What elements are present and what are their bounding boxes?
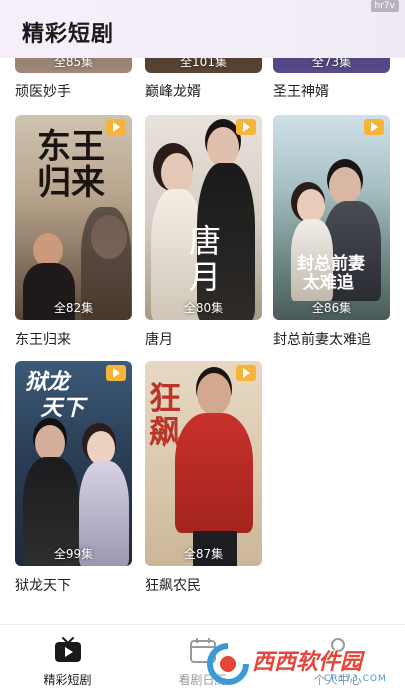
drama-card[interactable]: 唐月 全80集 唐月 — [145, 115, 262, 350]
drama-title[interactable]: 狱龙天下 — [15, 575, 71, 595]
episode-count: 全82集 — [53, 301, 94, 315]
drama-title[interactable]: 唐月 — [145, 329, 173, 349]
poster-art: 封总前妻 太难追 — [273, 115, 390, 320]
actor-head — [329, 167, 361, 205]
poster-title-art: 唐月 — [189, 222, 222, 296]
episode-count: 全87集 — [183, 547, 224, 561]
actor-head — [33, 233, 63, 267]
app-header: 精彩短剧 hr7v — [0, 0, 405, 58]
site-watermark: 西西软件园 CR173.COM — [206, 640, 400, 688]
drama-title[interactable]: 狂飙农民 — [145, 575, 201, 595]
actor-head — [35, 425, 65, 461]
actor-head — [87, 431, 115, 465]
version-tag: hr7v — [370, 0, 399, 12]
drama-card[interactable]: 狂飙 农民 全87集 狂飙农民 — [145, 361, 262, 596]
watermark-subtext: CR173.COM — [324, 674, 387, 684]
drama-title[interactable]: 封总前妻太难追 — [273, 329, 371, 349]
drama-card[interactable]: 封总前妻 太难追 全86集 封总前妻太难追 — [273, 115, 390, 350]
poster-title-art: 东王 归来 — [37, 127, 105, 203]
poster-art: 狱龙 天下 — [15, 361, 132, 566]
actor-head — [297, 189, 325, 223]
actor-head — [207, 127, 239, 167]
poster-art: 唐月 — [145, 115, 262, 320]
episode-count: 全99集 — [53, 547, 94, 561]
actor-figure — [175, 413, 253, 533]
page-title: 精彩短剧 — [22, 22, 115, 47]
drama-title[interactable]: 东王归来 — [15, 329, 71, 349]
drama-title[interactable]: 圣王神婿 — [273, 81, 329, 101]
poster-art: 狂飙 农民 — [145, 361, 262, 566]
drama-poster[interactable]: 东王 归来 全82集 — [15, 115, 132, 320]
play-badge-icon — [364, 119, 384, 135]
play-badge-icon — [106, 365, 126, 381]
tab-label: 精彩短剧 — [43, 673, 92, 687]
drama-card[interactable]: 东王 归来 全82集 东王归来 — [15, 115, 132, 350]
poster-art: 东王 归来 — [15, 115, 132, 320]
drama-card[interactable]: 狱龙 天下 全99集 狱龙天下 — [15, 361, 132, 596]
episode-count: 全86集 — [311, 301, 352, 315]
tv-icon — [54, 637, 82, 663]
play-badge-icon — [236, 365, 256, 381]
drama-poster[interactable]: 封总前妻 太难追 全86集 — [273, 115, 390, 320]
poster-title-art: 封总前妻 太难追 — [297, 254, 365, 293]
drama-poster[interactable]: 狂飙 农民 全87集 — [145, 361, 262, 566]
drama-poster[interactable]: 狱龙 天下 全99集 — [15, 361, 132, 566]
actor-head — [197, 373, 231, 415]
drama-title[interactable]: 巅峰龙婿 — [145, 81, 201, 101]
drama-title[interactable]: 顽医妙手 — [15, 81, 71, 101]
actor-head — [161, 153, 193, 193]
drama-poster[interactable]: 唐月 全80集 — [145, 115, 262, 320]
play-badge-icon — [236, 119, 256, 135]
watermark-text: 西西软件园 — [252, 650, 363, 675]
play-badge-icon — [106, 119, 126, 135]
episode-count: 全80集 — [183, 301, 224, 315]
tab-drama[interactable]: 精彩短剧 — [0, 625, 135, 692]
